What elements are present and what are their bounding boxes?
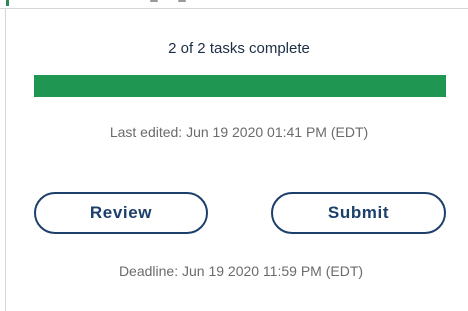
submit-button[interactable]: Submit xyxy=(271,192,446,234)
cropped-element-fragment xyxy=(178,0,186,2)
status-accent-mark xyxy=(6,0,9,6)
progress-summary: 2 of 2 tasks complete xyxy=(168,40,310,57)
deadline-timestamp: Deadline: Jun 19 2020 11:59 PM (EDT) xyxy=(118,263,364,279)
last-edited-timestamp: Last edited: Jun 19 2020 01:41 PM (EDT) xyxy=(109,124,369,140)
panel-top-border xyxy=(0,0,468,9)
progress-bar xyxy=(34,75,446,97)
task-panel: 2 of 2 tasks complete Last edited: Jun 1… xyxy=(0,0,468,311)
progress-bar-fill xyxy=(34,75,446,97)
review-button[interactable]: Review xyxy=(34,192,208,234)
cropped-element-fragment xyxy=(150,0,158,2)
